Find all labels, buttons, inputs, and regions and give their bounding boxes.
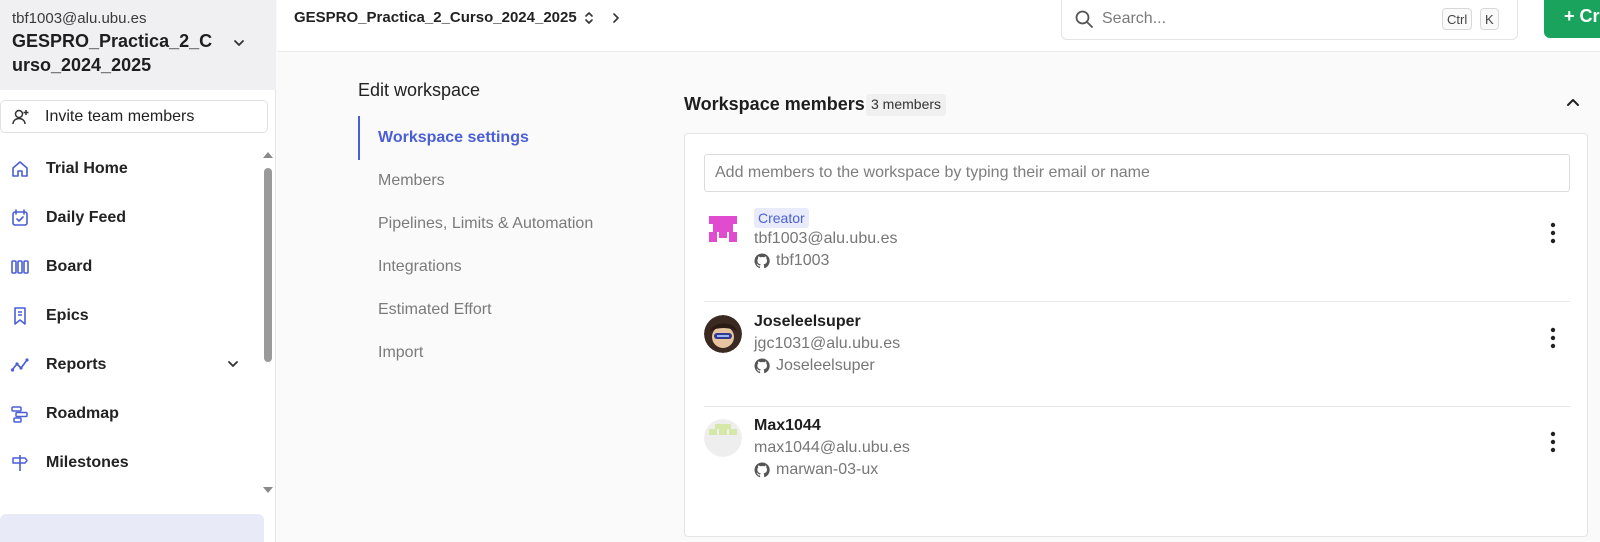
epic-bookmark-icon — [14, 306, 26, 325]
sidebar-item-daily-feed[interactable]: Daily Feed — [0, 193, 260, 242]
member-row: Max1044 max1044@alu.ubu.es marwan-03-ux — [704, 407, 1570, 511]
sort-chevrons-icon[interactable] — [583, 10, 595, 26]
member-email: max1044@alu.ubu.es — [754, 439, 910, 456]
sidebar-item-milestones[interactable]: Milestones — [0, 438, 260, 487]
member-name: Max1044 — [754, 417, 821, 434]
member-github: tbf1003 — [754, 252, 897, 270]
member-github-handle: marwan-03-ux — [776, 461, 879, 478]
sidebar-item-epics[interactable]: Epics — [0, 291, 260, 340]
sidebar-item-reports[interactable]: Reports — [0, 340, 260, 389]
search-icon — [1075, 10, 1093, 28]
more-options-icon[interactable] — [1544, 220, 1562, 246]
member-info: Creator tbf1003@alu.ubu.es tbf1003 — [754, 208, 897, 270]
member-github-handle: Joseleelsuper — [776, 357, 875, 374]
member-row: Creator tbf1003@alu.ubu.es tbf1003 — [704, 198, 1570, 302]
settings-title: Edit workspace — [358, 80, 481, 100]
add-member-input[interactable] — [704, 154, 1570, 192]
members-panel-title: Workspace members — [684, 94, 865, 114]
avatar — [704, 210, 742, 248]
github-icon — [754, 462, 770, 478]
member-info: Joseleelsuper jgc1031@alu.ubu.es Joselee… — [754, 313, 900, 375]
member-github-handle: tbf1003 — [776, 252, 830, 269]
member-info: Max1044 max1044@alu.ubu.es marwan-03-ux — [754, 417, 910, 479]
member-github: marwan-03-ux — [754, 461, 910, 479]
sidebar-item-label: Reports — [46, 355, 107, 373]
chevron-down-icon[interactable] — [232, 36, 246, 50]
milestone-signpost-icon — [12, 454, 28, 471]
menu-integrations[interactable]: Integrations — [358, 245, 638, 288]
chevron-up-icon[interactable] — [1566, 96, 1580, 108]
reports-chart-icon — [10, 357, 29, 372]
github-icon — [754, 358, 770, 374]
scroll-up-arrow[interactable] — [263, 152, 273, 158]
home-icon — [12, 160, 28, 177]
sidebar-promo-card — [0, 514, 264, 542]
chevron-right-icon — [612, 12, 619, 23]
app-window: tbf1003@alu.ubu.es GESPRO_Practica_2_Cur… — [0, 0, 1600, 542]
user-photo-avatar-icon — [704, 315, 742, 353]
creator-badge: Creator — [754, 208, 809, 228]
shortcut-key-k: K — [1480, 8, 1499, 30]
members-panel: Creator tbf1003@alu.ubu.es tbf1003 Josel… — [684, 133, 1588, 537]
more-options-icon[interactable] — [1544, 429, 1562, 455]
sidebar-item-label: Epics — [46, 306, 89, 324]
sidebar: tbf1003@alu.ubu.es GESPRO_Practica_2_Cur… — [0, 0, 276, 542]
roadmap-icon — [11, 405, 28, 423]
chevron-down-icon[interactable] — [226, 357, 240, 371]
add-user-icon — [12, 109, 29, 124]
sidebar-item-label: Milestones — [46, 453, 129, 471]
menu-estimated-effort[interactable]: Estimated Effort — [358, 288, 638, 331]
members-count-badge: 3 members — [866, 94, 947, 116]
settings-menu: Workspace settings Members Pipelines, Li… — [358, 116, 638, 374]
github-icon — [754, 253, 770, 269]
menu-members[interactable]: Members — [358, 159, 638, 202]
invite-label: Invite team members — [45, 107, 195, 125]
calendar-check-icon — [12, 208, 28, 226]
identicon-avatar-icon — [704, 419, 742, 457]
member-row: Joseleelsuper jgc1031@alu.ubu.es Joselee… — [704, 303, 1570, 407]
sidebar-item-label: Roadmap — [46, 404, 119, 422]
sidebar-item-label: Board — [46, 257, 93, 275]
workspace-switcher[interactable]: tbf1003@alu.ubu.es GESPRO_Practica_2_Cur… — [0, 0, 276, 90]
board-columns-icon — [11, 259, 29, 274]
search-placeholder: Search... — [1102, 10, 1167, 27]
menu-import[interactable]: Import — [358, 331, 638, 374]
member-name: Joseleelsuper — [754, 313, 861, 330]
sidebar-item-trial-home[interactable]: Trial Home — [0, 144, 260, 193]
menu-workspace-settings[interactable]: Workspace settings — [358, 116, 638, 160]
member-github: Joseleelsuper — [754, 357, 900, 375]
sidebar-item-board[interactable]: Board — [0, 242, 260, 291]
top-bar: GESPRO_Practica_2_Curso_2024_2025 Search… — [277, 0, 1600, 52]
workspace-user-email: tbf1003@alu.ubu.es — [12, 10, 147, 27]
member-email: jgc1031@alu.ubu.es — [754, 335, 901, 352]
workspace-name: GESPRO_Practica_2_Curso_2024_2025 — [12, 31, 213, 75]
member-email: tbf1003@alu.ubu.es — [754, 230, 898, 247]
more-options-icon[interactable] — [1544, 325, 1562, 351]
create-button[interactable]: + Cr — [1544, 0, 1600, 38]
sidebar-item-roadmap[interactable]: Roadmap — [0, 389, 260, 438]
sidebar-nav: Trial Home Daily Feed Board Epics Report… — [0, 144, 260, 487]
avatar — [704, 419, 742, 457]
shortcut-key-ctrl: Ctrl — [1442, 8, 1473, 30]
menu-pipelines-limits-automation[interactable]: Pipelines, Limits & Automation — [358, 202, 638, 245]
invite-team-members-button[interactable]: Invite team members — [0, 100, 268, 133]
identicon-avatar-icon — [704, 210, 742, 248]
avatar — [704, 315, 742, 353]
sidebar-scrollbar[interactable] — [264, 168, 272, 362]
sidebar-item-label: Trial Home — [46, 159, 128, 177]
search-box[interactable]: Search... Ctrl K — [1061, 0, 1518, 40]
breadcrumb[interactable]: GESPRO_Practica_2_Curso_2024_2025 — [294, 9, 621, 26]
sidebar-item-label: Daily Feed — [46, 208, 127, 226]
breadcrumb-workspace[interactable]: GESPRO_Practica_2_Curso_2024_2025 — [294, 9, 577, 26]
scroll-down-arrow[interactable] — [263, 487, 273, 493]
